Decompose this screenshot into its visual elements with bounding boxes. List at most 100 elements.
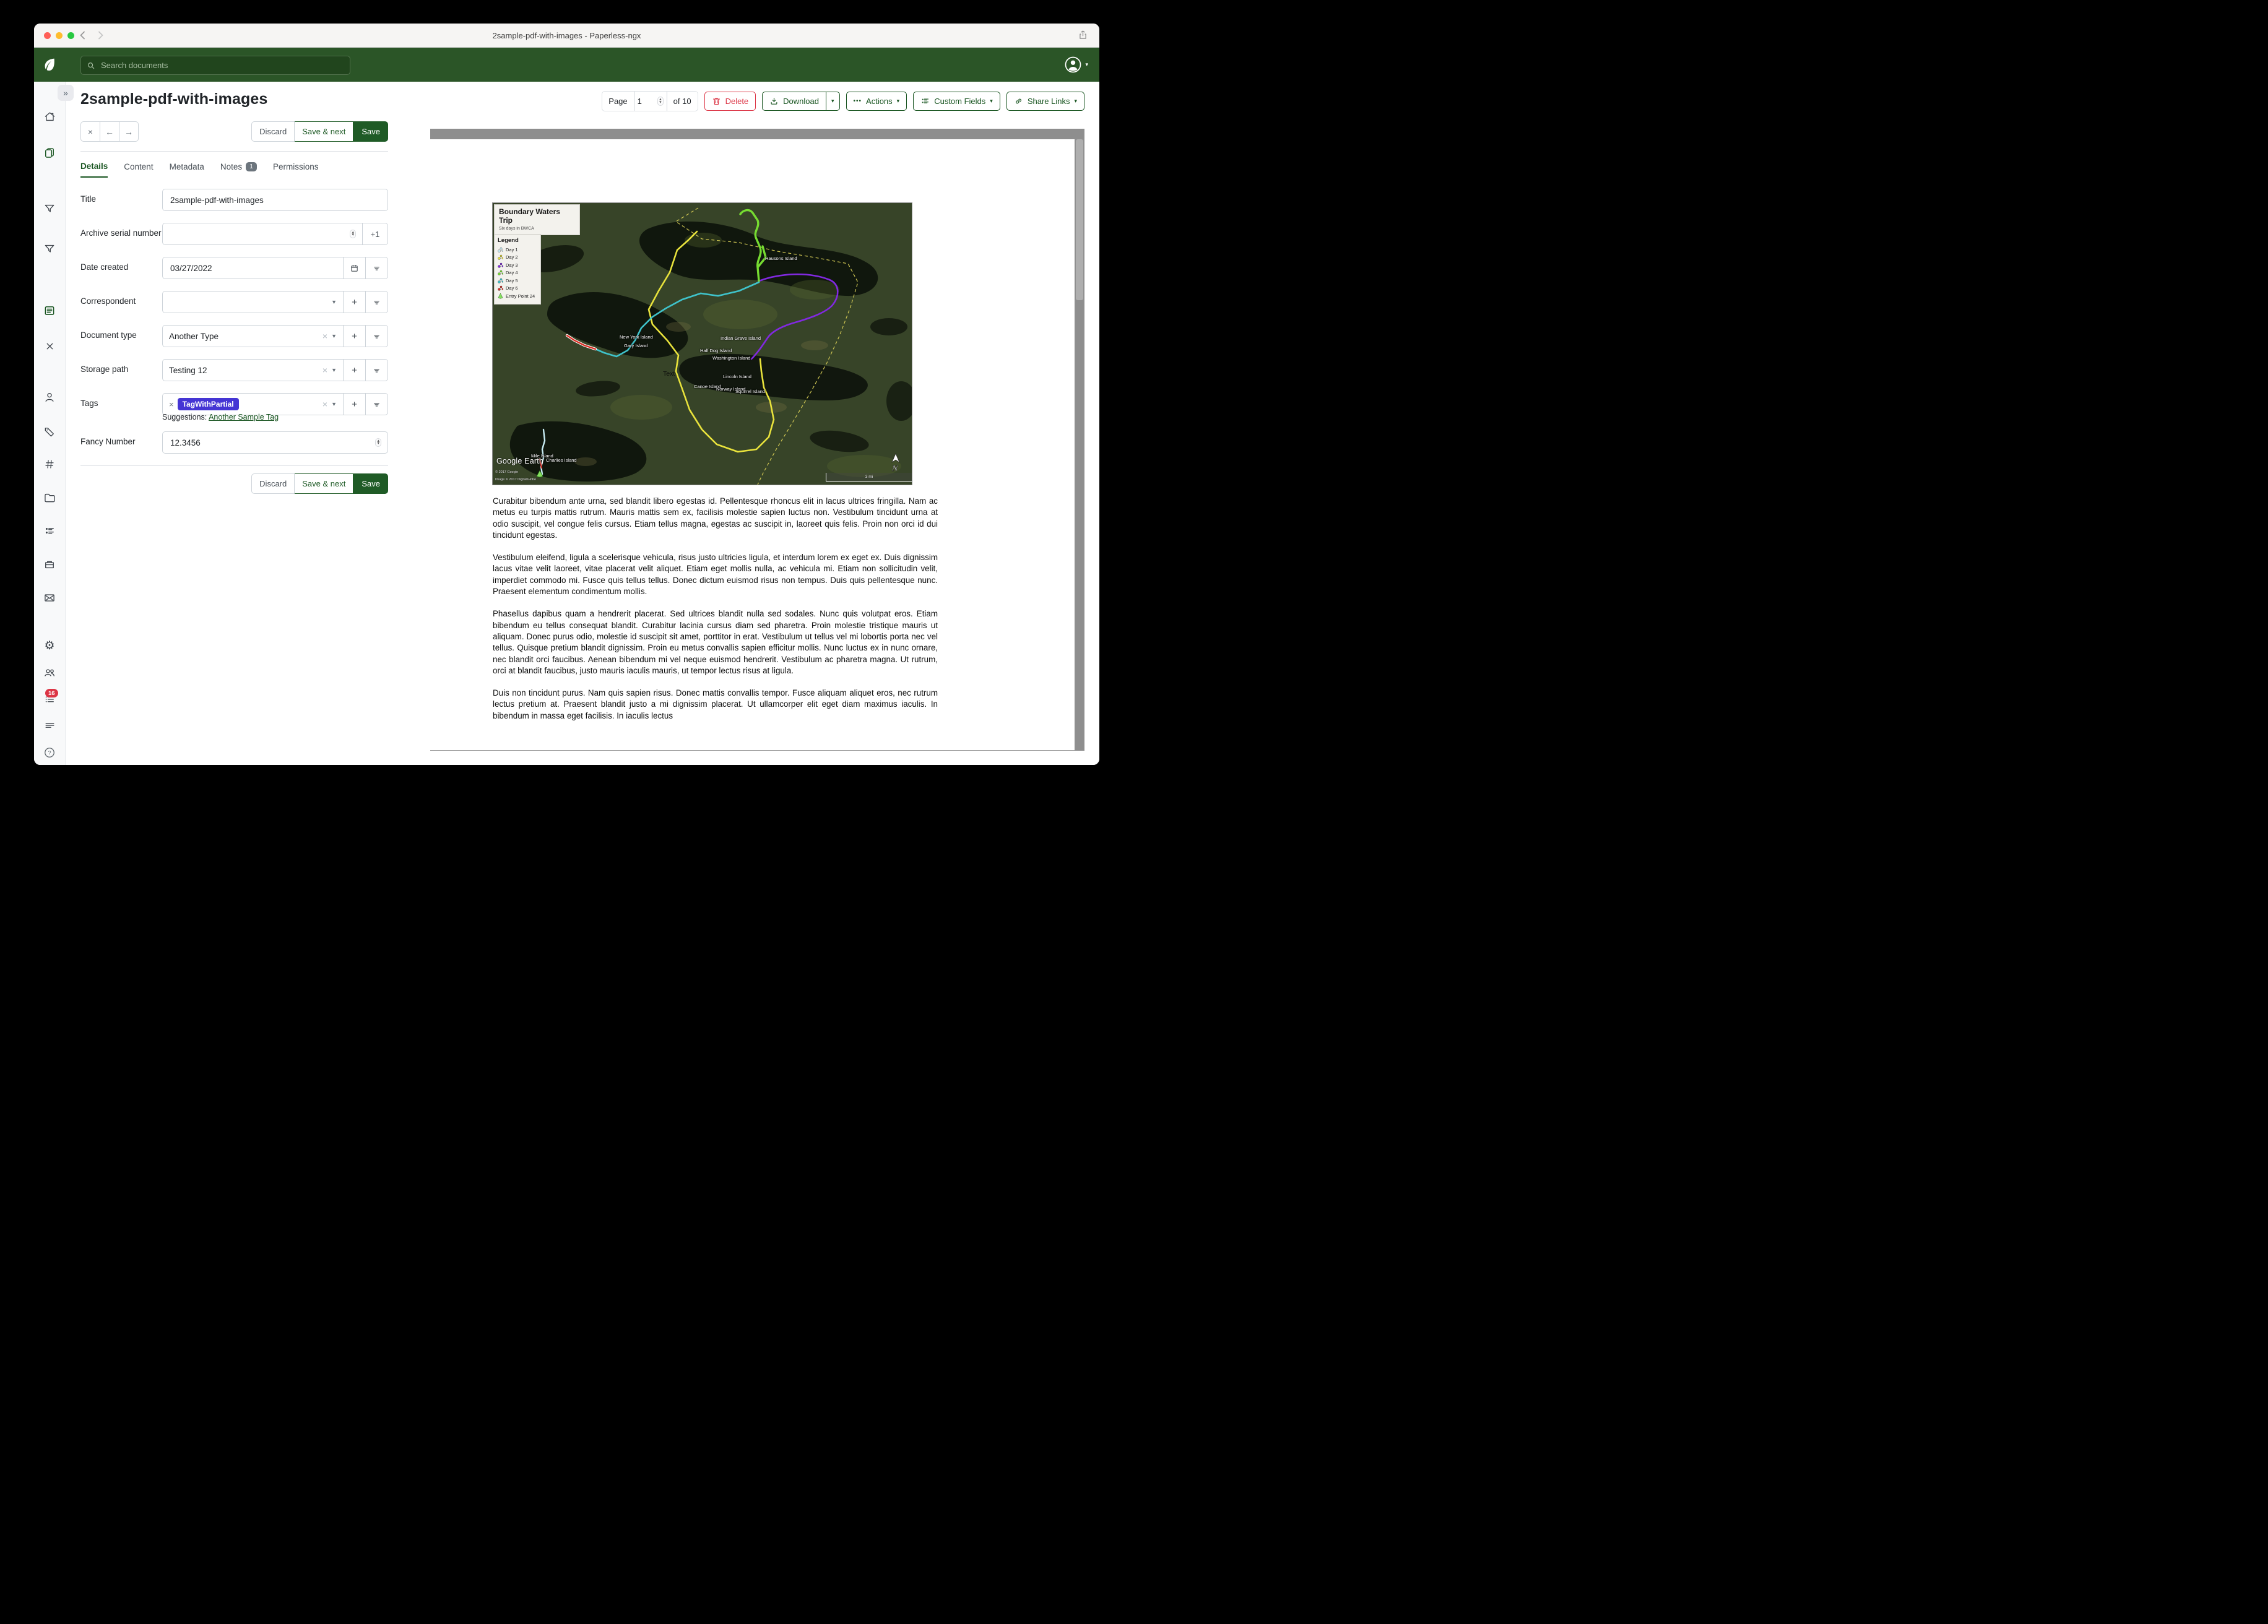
delete-label: Delete — [725, 97, 749, 106]
filter-by-document-type-button[interactable] — [366, 325, 388, 347]
download-button[interactable]: Download — [762, 92, 826, 111]
footprints-icon — [498, 254, 503, 260]
sidebar-item-settings[interactable]: ⚙ — [34, 640, 65, 652]
share-button[interactable] — [1078, 30, 1088, 40]
divider — [80, 151, 388, 152]
search-input[interactable] — [100, 60, 344, 71]
clear-storage-path-icon[interactable]: × — [322, 365, 327, 375]
next-document-button[interactable]: → — [119, 121, 139, 142]
asn-stepper[interactable]: ▴▾ — [350, 230, 356, 239]
save-group-top: Discard Save & next Save — [251, 121, 388, 142]
clear-tags-icon[interactable]: × — [322, 399, 327, 409]
save-next-button[interactable]: Save & next — [295, 473, 353, 494]
stepper-down-icon: ▾ — [377, 443, 379, 445]
sidebar-item-correspondents[interactable] — [34, 391, 65, 404]
asn-hash-icon — [44, 459, 55, 470]
detail-tabs: Details Content Metadata Notes1 Permissi… — [80, 158, 388, 178]
tasks-count-badge: 16 — [45, 689, 58, 698]
user-avatar-icon — [1065, 56, 1081, 73]
svg-text:?: ? — [48, 749, 51, 756]
date-created-input[interactable] — [169, 263, 337, 274]
previous-document-button[interactable]: ← — [100, 121, 119, 142]
tab-metadata[interactable]: Metadata — [170, 158, 204, 178]
sidebar-item-close-all[interactable] — [34, 341, 65, 352]
search-bar[interactable] — [80, 56, 350, 75]
tree-icon — [498, 293, 503, 299]
custom-fields-button[interactable]: Custom Fields ▾ — [913, 92, 1000, 111]
sidebar-item-open-document[interactable] — [34, 304, 65, 317]
legend-label: Day 6 — [506, 285, 518, 291]
asn-input[interactable] — [169, 229, 346, 240]
page-number-input[interactable]: 1 ▴▾ — [634, 92, 667, 111]
delete-button[interactable]: Delete — [704, 92, 756, 111]
map-text-annotation: Text — [663, 370, 675, 378]
sidebar-item-tasks[interactable]: 16 — [34, 693, 65, 706]
sidebar-item-tags[interactable] — [34, 426, 65, 438]
save-button[interactable]: Save — [353, 473, 388, 494]
tab-notes[interactable]: Notes1 — [220, 158, 257, 178]
chevron-down-icon: ▾ — [1085, 62, 1088, 67]
document-type-select[interactable]: Another Type × ▼ — [162, 325, 344, 347]
sidebar-item-saved-view-filter[interactable] — [34, 202, 65, 215]
calendar-button[interactable] — [344, 257, 366, 279]
close-document-button[interactable]: × — [80, 121, 100, 142]
filter-by-correspondent-button[interactable] — [366, 291, 388, 313]
filter-by-date-button[interactable] — [366, 257, 388, 279]
suggested-tag-link[interactable]: Another Sample Tag — [209, 413, 279, 421]
sidebar-item-mail[interactable] — [34, 592, 65, 604]
add-document-type-button[interactable]: + — [344, 325, 366, 347]
tab-content[interactable]: Content — [124, 158, 153, 178]
title-input[interactable] — [169, 195, 381, 205]
save-button[interactable]: Save — [353, 121, 388, 142]
window-title: 2sample-pdf-with-images - Paperless-ngx — [34, 24, 1099, 47]
pdf-scrollbar[interactable] — [1075, 139, 1084, 751]
sidebar-item-asn[interactable] — [34, 459, 65, 470]
tags-select[interactable]: × TagWithPartial × ▼ — [162, 393, 344, 415]
sidebar-item-document-types[interactable] — [34, 558, 65, 571]
map-place-label: Hausons Island — [765, 256, 797, 261]
custom-fields-label: Custom Fields — [934, 97, 985, 106]
filter-by-storage-path-button[interactable] — [366, 359, 388, 381]
discard-button[interactable]: Discard — [251, 121, 295, 142]
sidebar-item-custom-fields[interactable] — [34, 525, 65, 537]
download-options-button[interactable]: ▾ — [826, 92, 840, 111]
add-tag-button[interactable]: + — [344, 393, 366, 415]
folder-icon — [43, 491, 56, 504]
tab-permissions[interactable]: Permissions — [273, 158, 319, 178]
asn-increment-button[interactable]: +1 — [363, 223, 388, 245]
fancy-number-stepper[interactable]: ▴▾ — [375, 438, 381, 447]
storage-path-select[interactable]: Testing 12 × ▼ — [162, 359, 344, 381]
page-stepper[interactable]: ▴▾ — [657, 97, 664, 106]
pdf-scrollbar-thumb[interactable] — [1076, 139, 1083, 300]
filter-by-tag-button[interactable] — [366, 393, 388, 415]
chevron-down-icon: ▼ — [331, 401, 337, 407]
sidebar-item-help[interactable]: ? — [34, 746, 65, 759]
add-correspondent-button[interactable]: + — [344, 291, 366, 313]
clear-document-type-icon[interactable]: × — [322, 331, 327, 341]
paperless-logo[interactable] — [42, 57, 57, 72]
correspondent-select[interactable]: × ▼ — [162, 291, 344, 313]
sidebar-item-dashboard[interactable] — [34, 111, 65, 123]
add-storage-path-button[interactable]: + — [344, 359, 366, 381]
share-links-button[interactable]: Share Links ▾ — [1006, 92, 1084, 111]
sidebar-item-documents[interactable] — [34, 147, 65, 159]
sidebar-item-saved-view-filter-2[interactable] — [34, 243, 65, 255]
sidebar-item-users-groups[interactable] — [34, 667, 65, 679]
document-header-row: 2sample-pdf-with-images Page 1 ▴▾ of 10 … — [80, 90, 1084, 111]
pdf-viewer-toolbar — [430, 129, 1084, 139]
fancy-number-input[interactable] — [169, 438, 371, 448]
footprints-icon — [498, 247, 503, 253]
sidebar-item-logs[interactable] — [34, 720, 65, 732]
field-date-created: Date created — [80, 257, 388, 279]
tab-details[interactable]: Details — [80, 158, 108, 178]
actions-button[interactable]: ••• Actions ▾ — [846, 92, 907, 111]
double-chevron-right-icon: » — [63, 88, 68, 98]
discard-button[interactable]: Discard — [251, 473, 295, 494]
save-next-button[interactable]: Save & next — [295, 121, 353, 142]
sidebar-expand-button[interactable]: » — [58, 85, 74, 101]
tag-chip[interactable]: TagWithPartial — [178, 398, 239, 410]
filter-lines-icon — [372, 366, 381, 375]
user-menu[interactable]: ▾ — [1065, 56, 1088, 73]
sidebar-item-storage-paths[interactable] — [34, 491, 65, 504]
remove-tag-icon[interactable]: × — [169, 400, 174, 409]
